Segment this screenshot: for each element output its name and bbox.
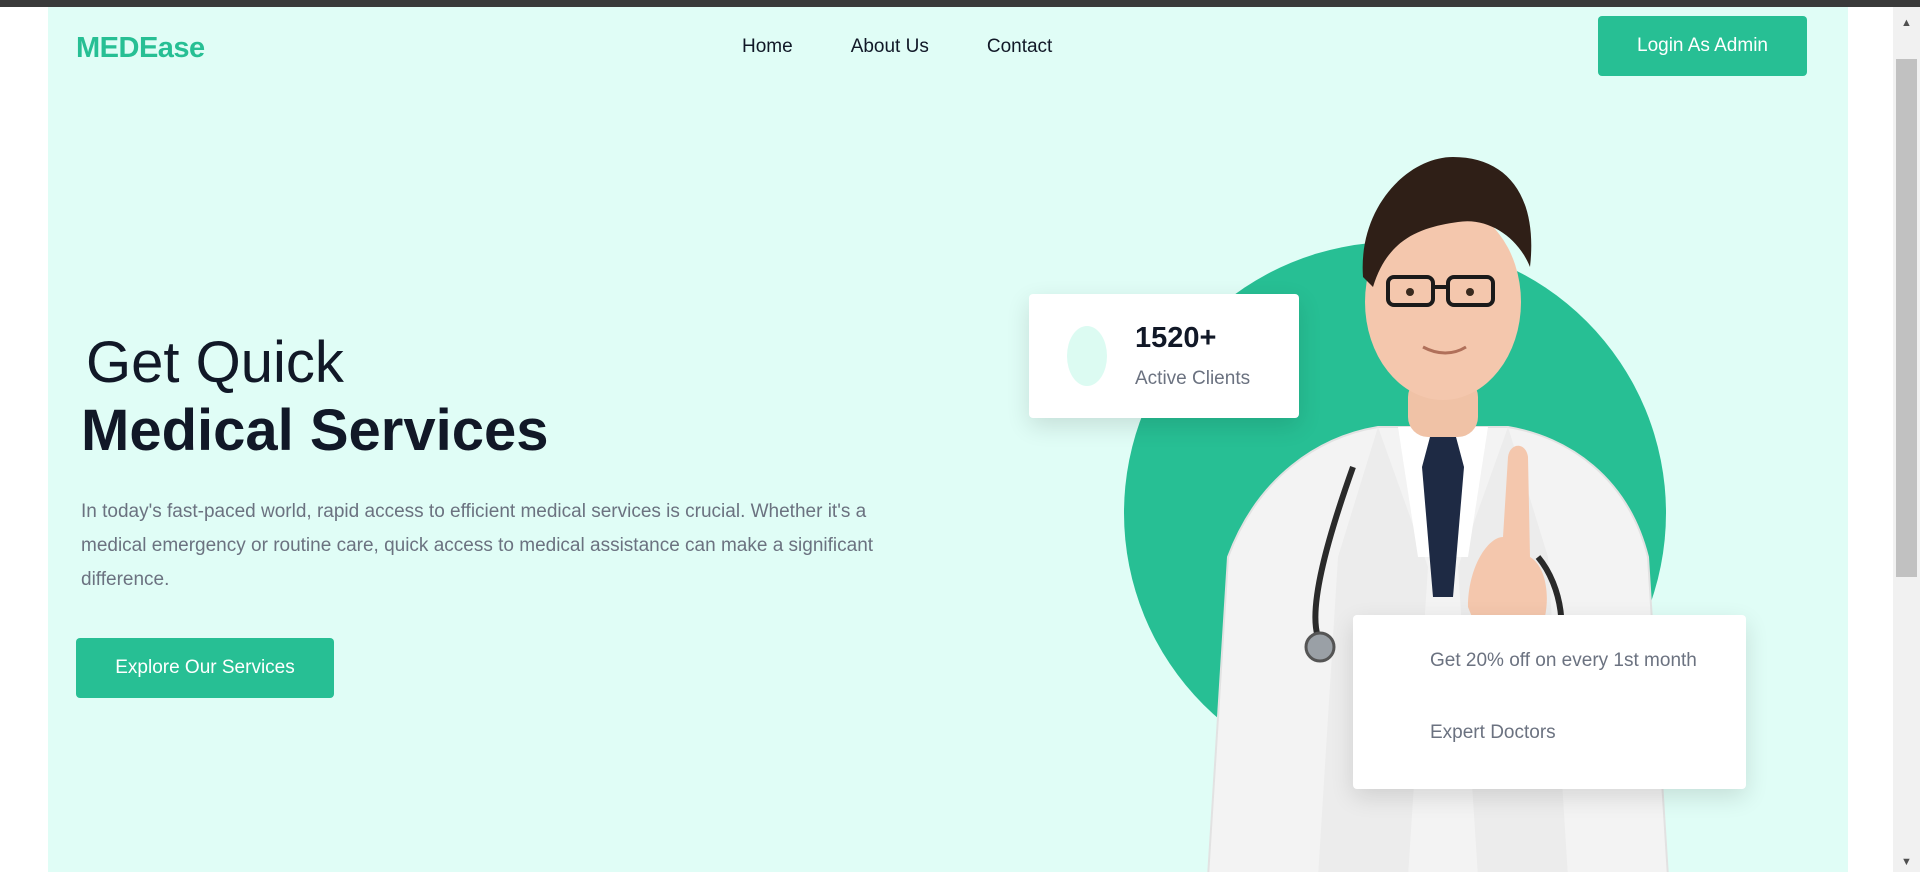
scroll-thumb[interactable] xyxy=(1896,59,1917,577)
nav-home[interactable]: Home xyxy=(742,36,793,58)
offer-item-discount: Get 20% off on every 1st month xyxy=(1430,650,1697,671)
scroll-up-arrow-icon[interactable]: ▲ xyxy=(1893,13,1920,33)
explore-services-button[interactable]: Explore Our Services xyxy=(76,638,334,698)
clients-label: Active Clients xyxy=(1135,368,1251,389)
nav-about-us[interactable]: About Us xyxy=(851,36,929,58)
login-as-admin-button[interactable]: Login As Admin xyxy=(1598,16,1807,76)
active-clients-card: 1520+ Active Clients xyxy=(1029,294,1299,418)
site-logo[interactable]: MEDEase xyxy=(76,32,205,65)
page-container: MEDEase Home About Us Contact Login As A… xyxy=(48,7,1848,872)
main-nav: Home About Us Contact xyxy=(742,36,1052,58)
scroll-down-arrow-icon[interactable]: ▼ xyxy=(1893,852,1920,872)
hero-description: In today's fast-paced world, rapid acces… xyxy=(81,501,874,590)
offers-card: Get 20% off on every 1st month Expert Do… xyxy=(1353,615,1746,789)
hero-title-line2: Medical Services xyxy=(81,398,549,463)
page-scrollbar[interactable]: ▲ ▼ xyxy=(1893,7,1920,872)
offer-item-expert-doctors: Expert Doctors xyxy=(1430,722,1556,743)
clients-count: 1520+ xyxy=(1135,322,1217,354)
nav-contact[interactable]: Contact xyxy=(987,36,1052,58)
browser-top-bar xyxy=(0,0,1920,7)
clients-icon xyxy=(1067,326,1107,386)
hero-title-line1: Get Quick xyxy=(86,330,344,395)
